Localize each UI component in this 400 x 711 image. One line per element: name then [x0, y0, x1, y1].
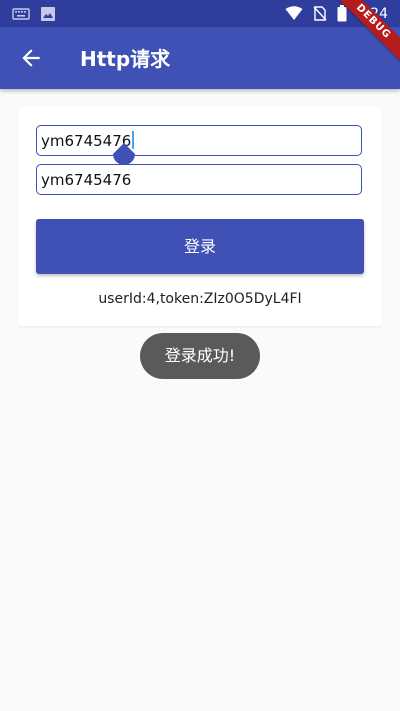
status-bar: 8:24	[0, 0, 400, 27]
password-field[interactable]: ym6745476	[36, 164, 362, 195]
battery-icon	[337, 5, 347, 22]
password-value: ym6745476	[41, 171, 132, 189]
toast-message: 登录成功!	[140, 333, 260, 379]
username-field[interactable]: ym6745476	[36, 125, 362, 156]
keyboard-icon	[12, 8, 30, 20]
status-left-icons	[12, 6, 56, 22]
page-title: Http请求	[80, 47, 171, 71]
no-sim-icon	[313, 6, 327, 21]
arrow-left-icon[interactable]	[18, 45, 44, 71]
login-result-text: userId:4,token:ZIz0O5DyL4FI	[98, 291, 302, 307]
app-bar: Http请求	[0, 27, 400, 89]
wifi-icon	[285, 6, 303, 20]
login-button[interactable]: 登录	[36, 219, 364, 274]
image-icon	[41, 7, 55, 21]
login-card: ym6745476 ym6745476 登录 userId:4,token:ZI…	[18, 107, 382, 326]
